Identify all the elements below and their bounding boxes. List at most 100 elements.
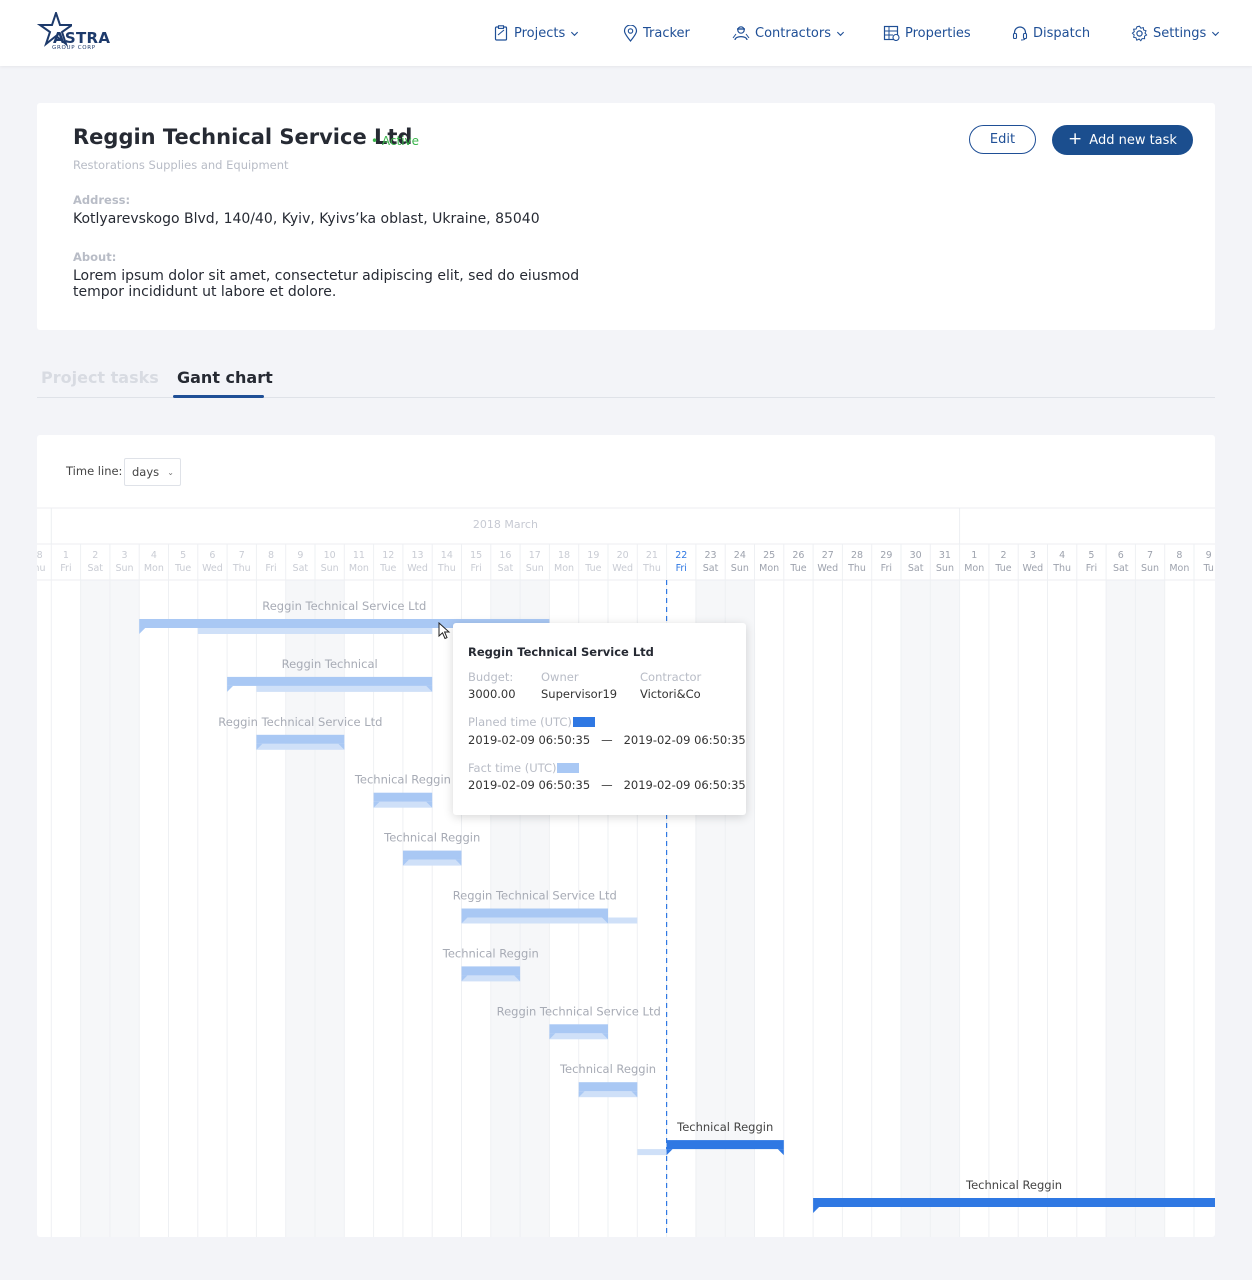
headset-icon bbox=[1012, 26, 1028, 41]
day-of-week: Fri bbox=[881, 563, 892, 574]
about-value: Lorem ipsum dolor sit amet, consectetur … bbox=[73, 268, 580, 300]
planned-time-bar bbox=[461, 966, 521, 976]
day-of-week: Tue bbox=[174, 563, 191, 574]
day-number: 3 bbox=[1030, 550, 1036, 561]
day-number: 5 bbox=[180, 550, 186, 561]
tab-gant-chart[interactable]: Gant chart bbox=[177, 368, 273, 387]
chevron-down-icon bbox=[836, 31, 845, 36]
add-new-task-label: Add new task bbox=[1089, 132, 1177, 148]
nav-dispatch[interactable]: Dispatch bbox=[1012, 22, 1090, 44]
day-of-week: Thu bbox=[1052, 563, 1071, 574]
day-number: 19 bbox=[587, 550, 599, 561]
nav-projects-label: Projects bbox=[514, 25, 566, 41]
add-new-task-button[interactable]: + Add new task bbox=[1052, 125, 1193, 155]
day-of-week: Wed bbox=[407, 563, 428, 574]
day-number: 15 bbox=[470, 550, 482, 561]
day-number: 5 bbox=[1088, 550, 1094, 561]
day-of-week: Mon bbox=[759, 563, 779, 574]
day-number: 2 bbox=[1001, 550, 1007, 561]
day-of-week: Mon bbox=[349, 563, 369, 574]
day-number: 31 bbox=[939, 550, 951, 561]
planned-time-bar bbox=[227, 676, 433, 686]
gantt-chart: 2018 March28Thu1Fri2Sat3Sun4Mon5Tue6Wed7… bbox=[37, 507, 1215, 1237]
astra-logo[interactable]: ASTRA GROUP CORP bbox=[36, 12, 116, 54]
day-number: 28 bbox=[37, 550, 43, 561]
about-label: About: bbox=[73, 250, 117, 264]
tooltip-planned-end: 2019-02-09 06:50:35 bbox=[623, 733, 746, 747]
planned-time-bar bbox=[256, 734, 345, 744]
chevron-down-icon bbox=[1212, 31, 1220, 36]
nav-tracker-label: Tracker bbox=[643, 25, 690, 41]
day-of-week: Mon bbox=[554, 563, 574, 574]
tooltip-owner-value: Supervisor19 bbox=[541, 687, 618, 701]
nav-projects[interactable]: Projects bbox=[493, 22, 579, 44]
day-number: 13 bbox=[412, 550, 424, 561]
nav-properties[interactable]: Properties bbox=[883, 22, 971, 44]
tab-project-tasks[interactable]: Project tasks bbox=[41, 368, 159, 387]
day-number: 8 bbox=[268, 550, 274, 561]
mouse-cursor-icon bbox=[438, 622, 451, 640]
top-navigation-bar: ASTRA GROUP CORP Projects Tracker Contra… bbox=[0, 0, 1252, 66]
day-of-week: Sat bbox=[1113, 563, 1129, 574]
bar-start-marker bbox=[139, 628, 146, 634]
day-of-week: Fri bbox=[676, 563, 687, 574]
task-tooltip: Reggin Technical Service Ltd Budget: 300… bbox=[453, 623, 746, 815]
day-number: 1 bbox=[971, 550, 977, 561]
month-label: 2018 March bbox=[473, 518, 538, 531]
tooltip-contractor-label: Contractor bbox=[640, 670, 702, 684]
building-icon bbox=[883, 25, 900, 41]
nav-contractors[interactable]: Contractors bbox=[732, 22, 845, 44]
nav-settings[interactable]: Settings bbox=[1131, 22, 1220, 44]
day-number: 17 bbox=[529, 550, 541, 561]
chevron-down-icon: ⌄ bbox=[167, 468, 174, 477]
nav-tracker[interactable]: Tracker bbox=[623, 22, 690, 44]
map-pin-icon bbox=[623, 24, 638, 42]
tooltip-planned-label: Planed time (UTC): bbox=[468, 715, 576, 729]
planned-time-bar bbox=[461, 908, 608, 918]
day-number: 9 bbox=[297, 550, 303, 561]
nav-properties-label: Properties bbox=[905, 25, 971, 41]
timeline-select[interactable]: days ⌄ bbox=[124, 458, 181, 486]
fact-color-swatch bbox=[557, 763, 579, 773]
fact-time-bar bbox=[402, 859, 462, 866]
nav-contractors-label: Contractors bbox=[755, 25, 831, 41]
day-of-week: Sun bbox=[116, 563, 134, 574]
bar-end-marker bbox=[777, 1149, 784, 1156]
task-label: Technical Reggin bbox=[965, 1178, 1062, 1192]
planned-time-bar bbox=[549, 1024, 608, 1034]
task-label: Technical Reggin bbox=[354, 773, 451, 787]
nav-settings-label: Settings bbox=[1153, 25, 1207, 41]
edit-button[interactable]: Edit bbox=[969, 125, 1036, 154]
fact-time-bar bbox=[197, 628, 433, 634]
task-label: Reggin Technical Service Ltd bbox=[262, 599, 426, 613]
day-number: 6 bbox=[209, 550, 215, 561]
company-info-card: Reggin Technical Service Ltd • Active Re… bbox=[37, 103, 1215, 330]
tooltip-fact-end: 2019-02-09 06:50:35 bbox=[623, 778, 746, 792]
day-of-week: Fri bbox=[60, 563, 71, 574]
bar-start-marker bbox=[813, 1207, 820, 1213]
fact-time-bar bbox=[461, 975, 521, 982]
day-of-week: Wed bbox=[817, 563, 838, 574]
day-of-week: Fri bbox=[1086, 563, 1097, 574]
day-of-week: Tue bbox=[789, 563, 806, 574]
tooltip-planned-start: 2019-02-09 06:50:35 bbox=[468, 733, 591, 747]
day-of-week: Fri bbox=[470, 563, 481, 574]
day-number: 23 bbox=[705, 550, 717, 561]
day-number: 26 bbox=[792, 550, 804, 561]
day-number: 18 bbox=[558, 550, 570, 561]
day-number: 2 bbox=[92, 550, 98, 561]
day-of-week: Tue bbox=[994, 563, 1011, 574]
task-label: Reggin Technical bbox=[282, 657, 378, 671]
timeline-label: Time line: bbox=[66, 464, 123, 478]
bar-start-marker bbox=[227, 685, 234, 692]
company-type: Restorations Supplies and Equipment bbox=[73, 158, 289, 172]
fact-time-bar bbox=[549, 1033, 608, 1040]
tooltip-owner-label: Owner bbox=[541, 670, 579, 684]
day-number: 12 bbox=[382, 550, 394, 561]
range-separator: — bbox=[601, 778, 613, 792]
day-number: 24 bbox=[734, 550, 746, 561]
day-of-week: Fri bbox=[265, 563, 276, 574]
task-label: Technical Reggin bbox=[383, 831, 480, 845]
day-number: 20 bbox=[617, 550, 629, 561]
address-value: Kotlyarevskogo Blvd, 140/40, Kyiv, Kyivs… bbox=[73, 211, 540, 227]
